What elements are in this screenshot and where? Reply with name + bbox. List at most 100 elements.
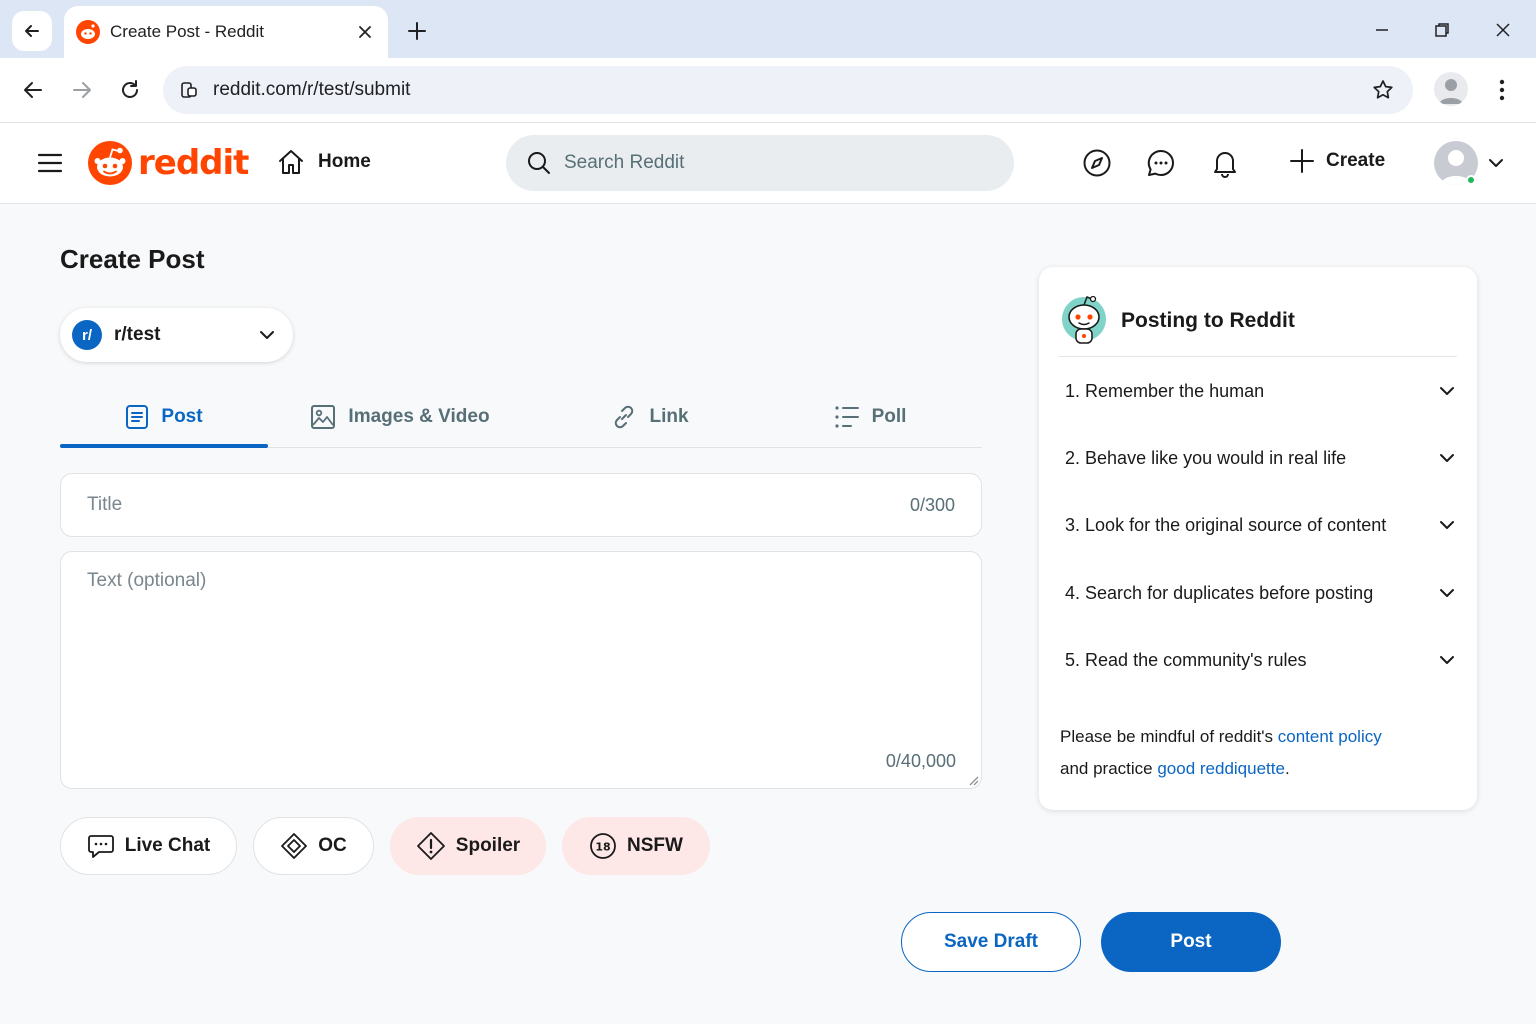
- title-char-counter: 0/300: [909, 494, 955, 515]
- browser-tabstrip: Create Post - Reddit: [0, 0, 1536, 58]
- chat-bubble-icon: [87, 833, 115, 859]
- page-title: Create Post: [60, 244, 205, 274]
- close-window-icon[interactable]: [1489, 16, 1517, 44]
- bookmark-star-icon[interactable]: [1371, 78, 1395, 102]
- nsfw-label: NSFW: [627, 835, 683, 856]
- svg-text:18: 18: [595, 841, 610, 854]
- chevron-down-icon: [257, 325, 277, 345]
- rule-item[interactable]: 2. Behave like you would in real life: [1065, 440, 1457, 476]
- title-input[interactable]: Title 0/300: [60, 473, 982, 537]
- browser-toolbar: reddit.com/r/test/submit: [0, 58, 1536, 122]
- tab-search-back-button[interactable]: [12, 11, 52, 51]
- 18-badge-icon: 18: [589, 832, 617, 860]
- browser-profile-icon[interactable]: [1434, 72, 1468, 106]
- online-status-dot: [1466, 175, 1476, 185]
- browser-menu-icon[interactable]: [1486, 74, 1518, 106]
- rule-item[interactable]: 4. Search for duplicates before posting: [1065, 575, 1457, 611]
- tab-post-label: Post: [161, 406, 203, 427]
- home-icon: [276, 147, 306, 177]
- save-draft-button[interactable]: Save Draft: [901, 912, 1081, 972]
- search-icon: [526, 150, 552, 176]
- body-placeholder: Text (optional): [87, 570, 207, 591]
- oc-chip[interactable]: OC: [253, 817, 374, 875]
- new-tab-plus-icon[interactable]: [404, 18, 430, 44]
- body-textarea[interactable]: Text (optional) 0/40,000: [60, 551, 982, 789]
- snoo-mascot-icon: [1059, 293, 1109, 349]
- card-title: Posting to Reddit: [1121, 308, 1295, 332]
- card-header: Posting to Reddit: [1059, 285, 1457, 357]
- url-text[interactable]: reddit.com/r/test/submit: [213, 79, 410, 101]
- live-chat-chip[interactable]: Live Chat: [60, 817, 237, 875]
- spoiler-chip[interactable]: Spoiler: [390, 817, 546, 875]
- content-policy-link[interactable]: content policy: [1278, 727, 1382, 746]
- active-tab-indicator: [60, 444, 268, 448]
- search-placeholder: Search Reddit: [564, 152, 685, 173]
- tab-poll[interactable]: Poll: [800, 386, 940, 448]
- policy-note: Please be mindful of reddit's content po…: [1060, 727, 1382, 778]
- rule-text: 4. Search for duplicates before posting: [1065, 582, 1374, 603]
- rule-text: 3. Look for the original source of conte…: [1065, 514, 1387, 535]
- chevron-down-icon: [1437, 650, 1457, 670]
- restore-icon[interactable]: [1428, 16, 1456, 44]
- hamburger-menu-icon[interactable]: [36, 149, 64, 177]
- search-input[interactable]: Search Reddit: [506, 135, 1014, 191]
- tab-post[interactable]: Post: [60, 386, 268, 448]
- community-selector[interactable]: r/ r/test: [60, 308, 293, 362]
- oc-diamond-icon: [280, 832, 308, 860]
- post-button[interactable]: Post: [1101, 912, 1281, 972]
- reddiquette-link[interactable]: good reddiquette: [1157, 759, 1285, 778]
- nsfw-chip[interactable]: 18 NSFW: [562, 817, 710, 875]
- plus-icon: [1288, 147, 1316, 175]
- title-placeholder: Title: [87, 494, 123, 515]
- forward-arrow-icon[interactable]: [66, 74, 98, 106]
- minimize-icon[interactable]: [1368, 16, 1396, 44]
- live-chat-label: Live Chat: [124, 835, 211, 856]
- reload-icon[interactable]: [114, 74, 146, 106]
- rule-text: 2. Behave like you would in real life: [1065, 447, 1347, 468]
- image-icon: [310, 404, 336, 430]
- site-info-icon[interactable]: [179, 80, 199, 100]
- community-icon: r/: [72, 320, 102, 350]
- explore-compass-icon[interactable]: [1081, 147, 1113, 179]
- post-type-tabs: Post Images & Video Link Poll: [60, 386, 982, 448]
- document-icon: [125, 404, 149, 430]
- chevron-down-icon: [1437, 381, 1457, 401]
- oc-label: OC: [318, 835, 347, 856]
- home-link[interactable]: Home: [276, 147, 371, 177]
- alert-icon: [416, 831, 446, 861]
- tab-poll-label: Poll: [871, 406, 907, 427]
- tab-title: Create Post - Reddit: [110, 22, 265, 41]
- rule-text: 5. Read the community's rules: [1065, 649, 1307, 670]
- rule-text: 1. Remember the human: [1065, 380, 1265, 401]
- create-button[interactable]: Create: [1288, 147, 1385, 175]
- rule-item[interactable]: 5. Read the community's rules: [1065, 642, 1457, 678]
- arrow-left-icon: [25, 25, 39, 37]
- reddit-wordmark: reddit: [138, 143, 249, 183]
- back-arrow-icon[interactable]: [17, 74, 49, 106]
- tab-close-icon[interactable]: [354, 21, 376, 43]
- tab-link-label: Link: [649, 406, 689, 427]
- chevron-down-icon: [1437, 515, 1457, 535]
- chevron-down-icon: [1437, 583, 1457, 603]
- create-label: Create: [1326, 150, 1386, 171]
- resize-handle-icon[interactable]: [965, 772, 979, 786]
- reddit-header: reddit Home Search Reddit Create: [0, 122, 1536, 204]
- rule-item[interactable]: 3. Look for the original source of conte…: [1065, 507, 1457, 543]
- tab-images-video[interactable]: Images & Video: [300, 386, 500, 448]
- home-label: Home: [318, 151, 371, 172]
- rule-item[interactable]: 1. Remember the human: [1065, 373, 1457, 409]
- spoiler-label: Spoiler: [455, 835, 521, 856]
- posting-rules-card: Posting to Reddit 1. Remember the human …: [1039, 267, 1477, 810]
- notification-bell-icon[interactable]: [1209, 147, 1241, 179]
- link-icon: [611, 404, 637, 430]
- chevron-down-icon[interactable]: [1486, 153, 1506, 173]
- reddit-favicon-icon: [76, 20, 100, 44]
- tab-link[interactable]: Link: [580, 386, 720, 448]
- address-bar[interactable]: reddit.com/r/test/submit: [163, 66, 1413, 114]
- tab-images-video-label: Images & Video: [348, 406, 490, 427]
- reddit-snoo-logo-icon: [88, 141, 132, 185]
- browser-tab-active[interactable]: Create Post - Reddit: [64, 6, 388, 58]
- poll-icon: [834, 404, 860, 430]
- reddit-logo[interactable]: reddit: [88, 141, 249, 185]
- chat-icon[interactable]: [1145, 147, 1177, 179]
